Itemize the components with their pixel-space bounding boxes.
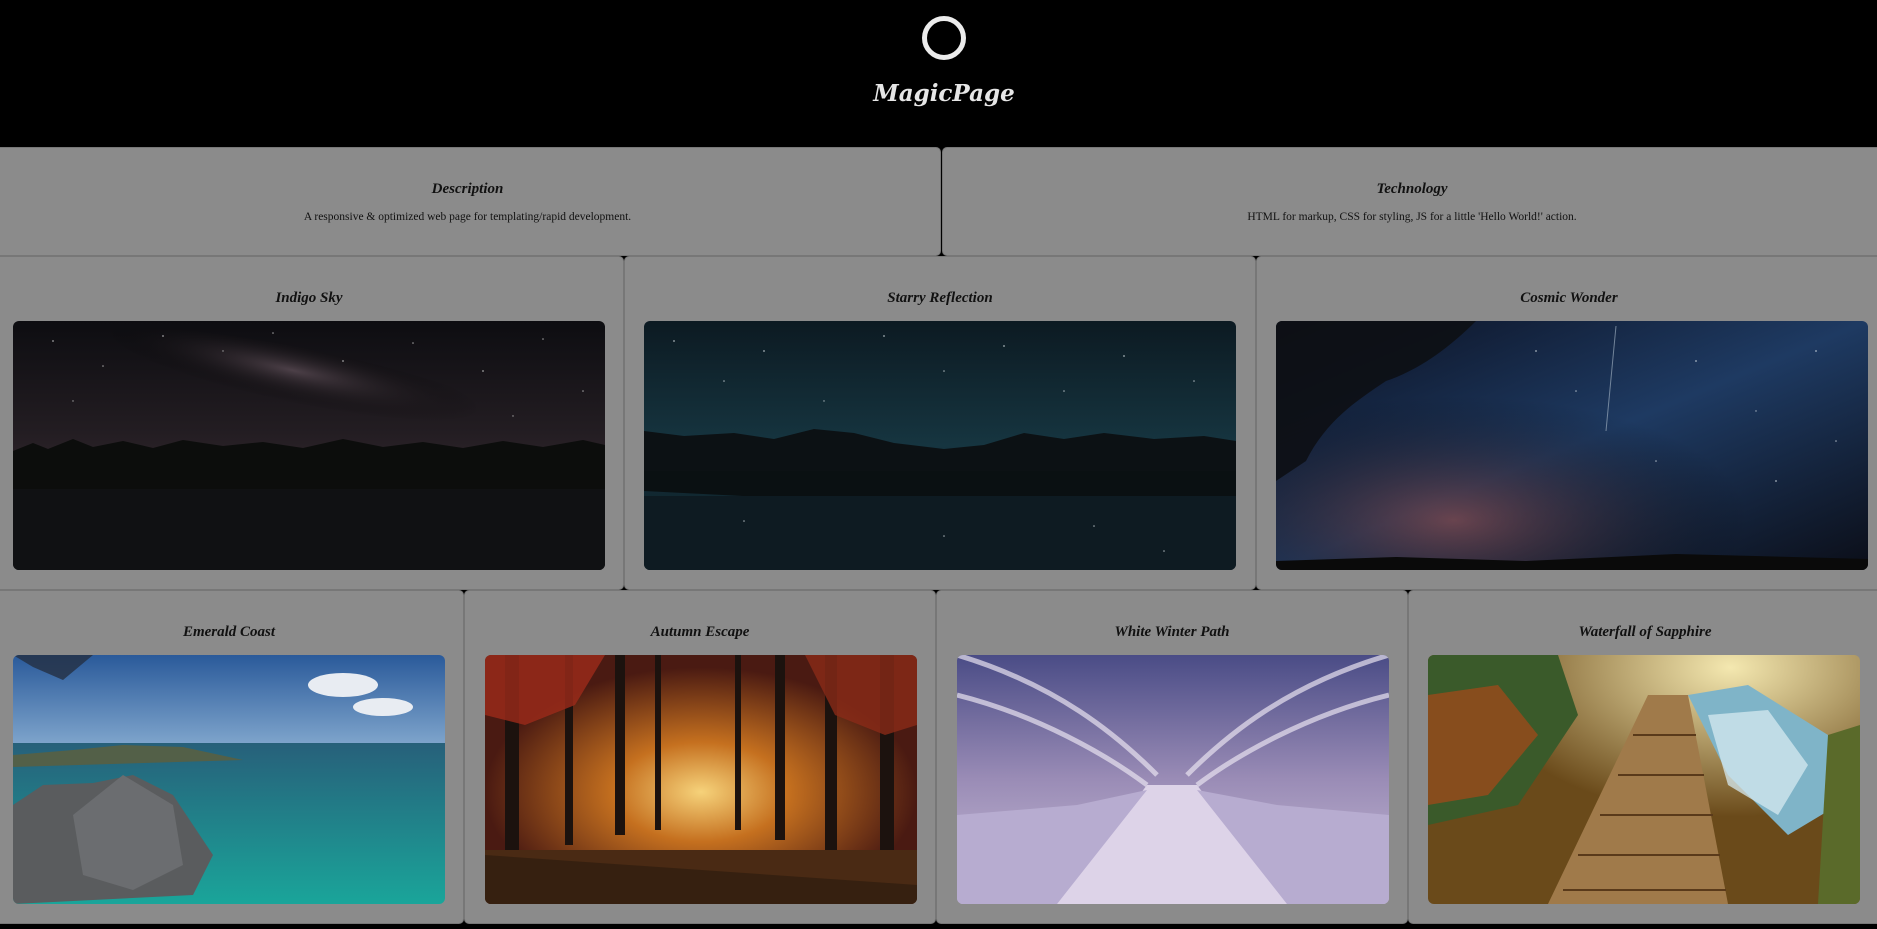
- white-winter-path-image[interactable]: [957, 655, 1389, 904]
- gallery-card: Starry Reflection: [624, 256, 1256, 590]
- card-title: Emerald Coast: [182, 624, 276, 640]
- description-panel: Description A responsive & optimized web…: [0, 147, 941, 256]
- description-heading: Description: [431, 181, 504, 197]
- card-title: White Winter Path: [1114, 624, 1230, 640]
- site-title: MagicPage: [873, 80, 1015, 107]
- gallery-card: Indigo Sky: [0, 256, 624, 590]
- gallery-card: Autumn Escape: [464, 590, 936, 924]
- card-title: Waterfall of Sapphire: [1578, 624, 1712, 640]
- gallery-card: White Winter Path: [936, 590, 1408, 924]
- card-title: Indigo Sky: [275, 290, 343, 306]
- card-title: Cosmic Wonder: [1520, 290, 1618, 306]
- waterfall-of-sapphire-image[interactable]: [1428, 655, 1860, 904]
- technology-text: HTML for markup, CSS for styling, JS for…: [1247, 211, 1577, 223]
- description-text: A responsive & optimized web page for te…: [303, 211, 632, 223]
- gallery-card: Cosmic Wonder: [1256, 256, 1877, 590]
- emerald-coast-image[interactable]: [13, 655, 445, 904]
- technology-heading: Technology: [1376, 181, 1448, 197]
- starry-reflection-image[interactable]: [644, 321, 1236, 570]
- autumn-escape-image[interactable]: [485, 655, 917, 904]
- gallery-card: Waterfall of Sapphire: [1408, 590, 1877, 924]
- card-title: Starry Reflection: [887, 290, 993, 306]
- cosmic-wonder-image[interactable]: [1276, 321, 1868, 570]
- indigo-sky-image[interactable]: [13, 321, 605, 570]
- site-header: MagicPage: [0, 0, 1877, 147]
- technology-panel: Technology HTML for markup, CSS for styl…: [942, 147, 1877, 256]
- card-title: Autumn Escape: [650, 624, 750, 640]
- circle-logo-icon[interactable]: [922, 16, 966, 60]
- gallery-card: Emerald Coast: [0, 590, 464, 924]
